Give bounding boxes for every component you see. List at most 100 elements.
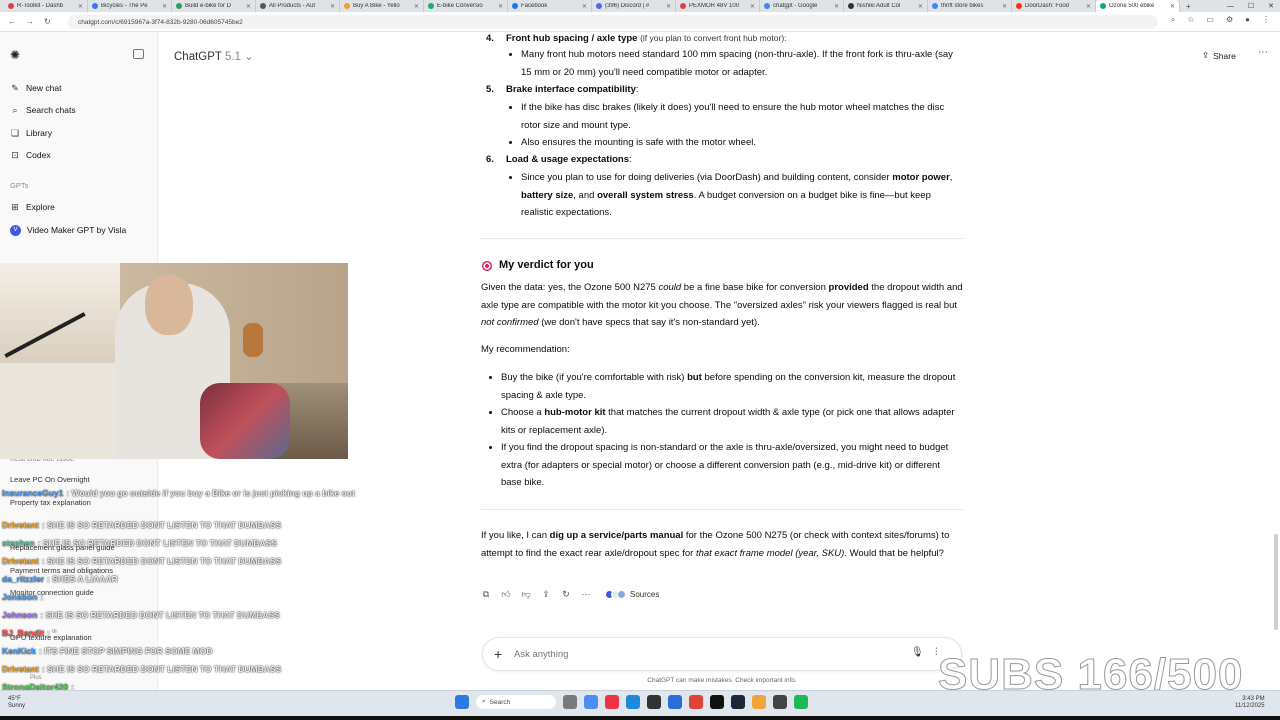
tab-close-icon[interactable]: ✕: [834, 3, 839, 10]
tab-favicon-icon: [1016, 3, 1022, 9]
browser-tab[interactable]: Buy A Bike - Yello ✕: [340, 0, 424, 12]
tab-label: E-bike Conversio: [437, 3, 483, 9]
tab-close-icon[interactable]: ✕: [1002, 3, 1007, 10]
sidebar-item-label: Search chats: [26, 105, 76, 115]
url-field[interactable]: chatgpt.com/c/6915967a-3f74-832b-9280-06…: [68, 15, 1158, 29]
tab-close-icon[interactable]: ✕: [330, 3, 335, 10]
browser-tab[interactable]: thrift store bikes ✕: [928, 0, 1012, 12]
sidebar-item-codex[interactable]: ⊡ Codex: [10, 148, 50, 162]
chrome-icon[interactable]: [689, 695, 703, 709]
stream-chat-message: stephen: SHE IS SO RETARDED DONT LISTEN …: [2, 538, 277, 548]
share-icon[interactable]: ⇪: [541, 589, 551, 600]
browser-tab[interactable]: Ozone 500 ebike ✕: [1096, 0, 1180, 12]
taskbar-search[interactable]: ⌕ Search: [476, 695, 556, 709]
app-icon[interactable]: [647, 695, 661, 709]
share-button[interactable]: ⇪ Share: [1202, 50, 1236, 61]
plus-icon[interactable]: +: [494, 646, 502, 662]
edge-icon[interactable]: [626, 695, 640, 709]
tab-close-icon[interactable]: ✕: [918, 3, 923, 10]
weather-widget[interactable]: 45°F Sunny: [8, 696, 25, 710]
sidebar-item-new-chat[interactable]: ✎ New chat: [10, 81, 61, 95]
back-icon[interactable]: ←: [8, 17, 16, 26]
browser-tab[interactable]: chatgpt - Google ✕: [760, 0, 844, 12]
tab-close-icon[interactable]: ✕: [414, 3, 419, 10]
browser-tab[interactable]: R-Toolkit - Dashb ✕: [4, 0, 88, 12]
system-clock[interactable]: 3:43 PM 11/12/2025: [1235, 696, 1265, 710]
tab-close-icon[interactable]: ✕: [666, 3, 671, 10]
chat-text: : Would you go outside if you buy a Bike…: [66, 488, 355, 498]
model-selector[interactable]: ChatGPT 5.1 ⌄: [174, 49, 254, 63]
browser-tab[interactable]: Facebook ✕: [508, 0, 592, 12]
sidebar-item-library[interactable]: ❏ Library: [10, 126, 52, 140]
mail-icon[interactable]: [668, 695, 682, 709]
more-options-icon[interactable]: ⋯: [1258, 47, 1268, 58]
sidebar-item-explore[interactable]: ⊞ Explore: [10, 200, 55, 214]
browser-tab[interactable]: DoorDash: Food ✕: [1012, 0, 1096, 12]
tab-close-icon[interactable]: ✕: [1086, 3, 1091, 10]
spotify-icon[interactable]: [794, 695, 808, 709]
copilot-icon[interactable]: [584, 695, 598, 709]
new-tab-icon[interactable]: +: [1180, 2, 1197, 11]
sources-button[interactable]: Sources: [605, 590, 659, 599]
browser-menu-icon[interactable]: ⋮: [1262, 15, 1270, 25]
app-icon[interactable]: [605, 695, 619, 709]
composer: + 🎙︎ ⫶: [482, 637, 962, 671]
browser-tab[interactable]: PEXMOR 48V 100 ✕: [676, 0, 760, 12]
browser-tab[interactable]: All Products - Aut ✕: [256, 0, 340, 12]
prompt-input[interactable]: [514, 649, 894, 660]
forward-icon[interactable]: →: [26, 17, 34, 26]
chat-text: : SHE IS SO RETARDED DONT LISTEN TO THAT…: [41, 664, 282, 674]
sidebar-toggle-icon[interactable]: [133, 49, 144, 59]
microphone-icon[interactable]: 🎙︎: [911, 647, 924, 658]
tab-close-icon[interactable]: ✕: [582, 3, 587, 10]
tab-label: Build e-bike for D: [185, 3, 232, 9]
search-icon: ⌕: [482, 698, 486, 705]
browser-tab[interactable]: Nishiki Adult Col ✕: [844, 0, 928, 12]
sidebar-item-video-maker-gpt[interactable]: V Video Maker GPT by Visla: [10, 223, 126, 237]
tab-close-icon[interactable]: ✕: [246, 3, 251, 10]
tab-close-icon[interactable]: ✕: [750, 3, 755, 10]
tab-close-icon[interactable]: ✕: [498, 3, 503, 10]
tab-close-icon[interactable]: ✕: [1170, 3, 1175, 10]
maximize-icon[interactable]: ☐: [1248, 2, 1254, 10]
chat-text: : SHE IS SO RETARDED DONT LISTEN TO THAT…: [40, 610, 280, 620]
task-view-icon[interactable]: [563, 695, 577, 709]
webcam-blanket: [200, 383, 290, 459]
sidepanel-icon[interactable]: ▭: [1206, 15, 1214, 25]
bookmark-icon[interactable]: ☆: [1187, 15, 1194, 25]
app-icon[interactable]: [773, 695, 787, 709]
bullet: Since you plan to use for doing deliveri…: [509, 169, 961, 222]
tab-close-icon[interactable]: ✕: [162, 3, 167, 10]
thumbs-down-icon[interactable]: 👎︎: [521, 589, 531, 600]
chat-username: Drivetant: [2, 520, 39, 530]
url-text: chatgpt.com/c/6915967a-3f74-832b-9280-06…: [78, 18, 243, 26]
address-bar-row: ← → ↻ chatgpt.com/c/6915967a-3f74-832b-9…: [0, 12, 1280, 32]
list-item-text: Load & usage expectations:: [506, 154, 632, 165]
zoom-icon[interactable]: ⌕: [1171, 15, 1175, 25]
chat-text: : ITS FINE STOP SIMPING FOR SOME MOD: [39, 646, 213, 656]
app-icon[interactable]: [752, 695, 766, 709]
sidebar-item-search-chats[interactable]: ⌕ Search chats: [10, 103, 76, 117]
browser-tab[interactable]: Bicycles - The Pe ✕: [88, 0, 172, 12]
profile-icon[interactable]: ●: [1245, 15, 1250, 25]
minimize-icon[interactable]: —: [1227, 3, 1234, 10]
regenerate-icon[interactable]: ↻: [561, 589, 571, 600]
openai-logo-icon[interactable]: ✺: [10, 48, 20, 62]
copy-icon[interactable]: ⧉: [481, 589, 491, 600]
reload-icon[interactable]: ↻: [44, 17, 51, 26]
codex-icon: ⊡: [11, 149, 19, 160]
windows-start-icon[interactable]: [455, 695, 469, 709]
close-window-icon[interactable]: ✕: [1268, 2, 1274, 10]
chat-username: Jonsbon: [2, 592, 38, 602]
steam-icon[interactable]: [731, 695, 745, 709]
taskbar-apps: ⌕ Search: [455, 695, 808, 709]
browser-tab[interactable]: (396) Discord | # ✕: [592, 0, 676, 12]
scrollbar-thumb[interactable]: [1274, 534, 1278, 630]
extensions-icon[interactable]: ⚙: [1226, 15, 1233, 25]
app-icon[interactable]: [710, 695, 724, 709]
thumbs-up-icon[interactable]: 👍︎: [501, 589, 511, 600]
tab-close-icon[interactable]: ✕: [78, 3, 83, 10]
browser-tab[interactable]: Build e-bike for D ✕: [172, 0, 256, 12]
browser-tab[interactable]: E-bike Conversio ✕: [424, 0, 508, 12]
more-icon[interactable]: ⋯: [581, 589, 591, 600]
